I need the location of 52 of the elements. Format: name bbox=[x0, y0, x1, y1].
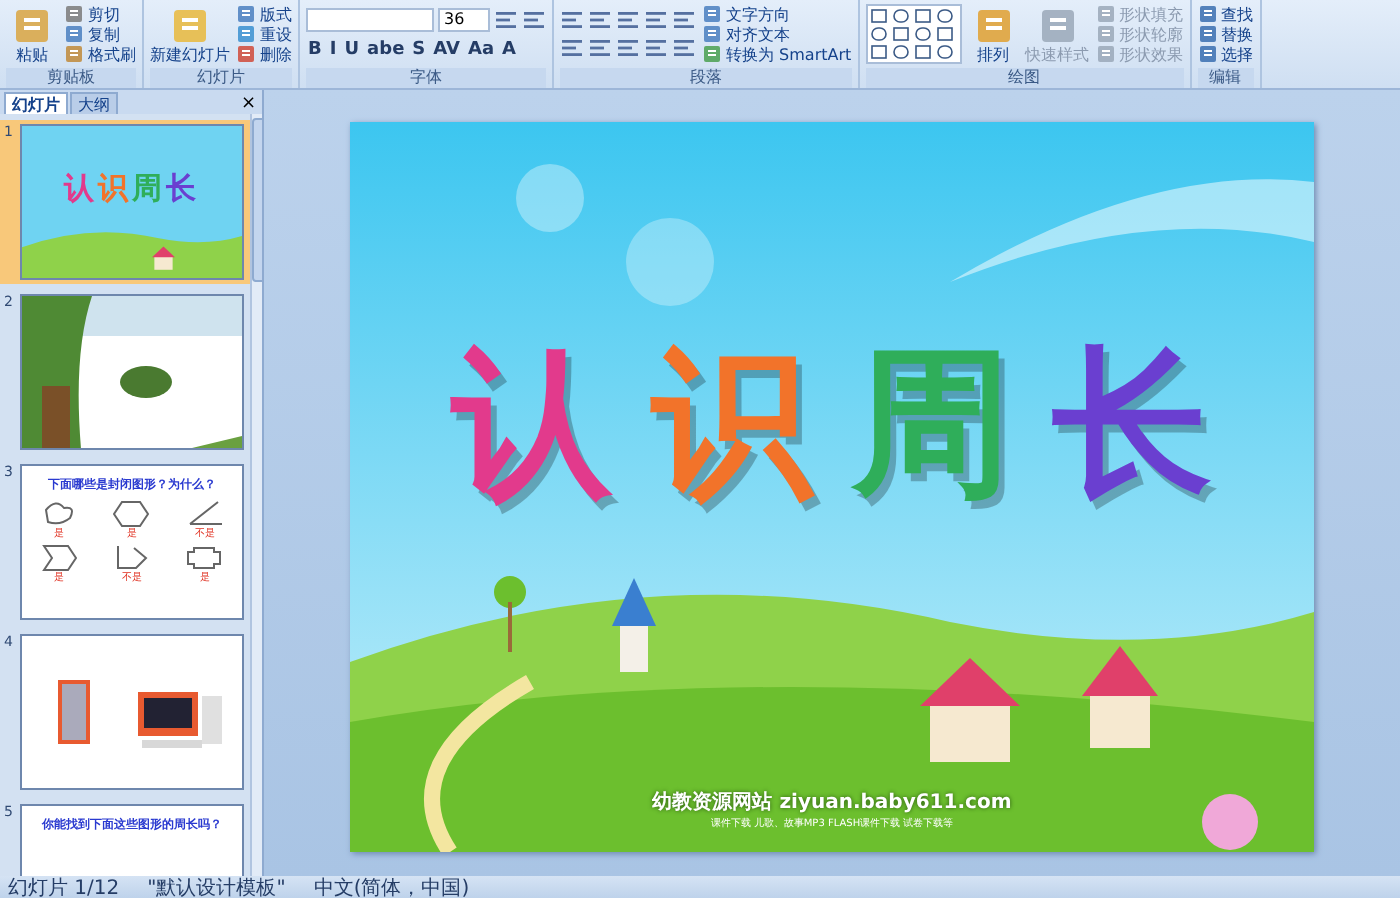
status-text: "默认设计模板" bbox=[147, 877, 286, 898]
group-label: 绘图 bbox=[865, 68, 1184, 88]
group-label: 段落 bbox=[560, 68, 852, 88]
ribbon-button[interactable]: 重设 bbox=[236, 24, 292, 44]
title-character: 识 bbox=[652, 328, 812, 520]
align-left-icon[interactable] bbox=[560, 38, 584, 58]
group-label: 编辑 bbox=[1197, 68, 1254, 88]
font-name-field[interactable] bbox=[306, 8, 434, 32]
format-button[interactable]: A bbox=[500, 38, 518, 60]
ribbon-button[interactable]: 格式刷 bbox=[64, 44, 136, 64]
status-text: 幻灯片 1/12 bbox=[8, 877, 120, 898]
format-button[interactable]: I bbox=[327, 38, 339, 60]
shape-drawing bbox=[112, 498, 151, 528]
ribbon-button[interactable]: 剪切 bbox=[64, 4, 136, 24]
ribbon-button[interactable]: 粘贴 bbox=[6, 5, 58, 63]
website-text: 幼教资源网站 ziyuan.baby611.com bbox=[650, 789, 1014, 816]
group-label: 幻灯片 bbox=[150, 68, 292, 88]
ribbon-button[interactable]: 文字方向 bbox=[702, 4, 852, 24]
format-button[interactable]: U bbox=[342, 38, 362, 60]
thumbnail-title: 认识周长 bbox=[61, 170, 202, 208]
group-label: 剪贴板 bbox=[6, 68, 136, 88]
shapes-gallery-drawing[interactable] bbox=[865, 4, 962, 64]
font-size-field[interactable]: 36 bbox=[438, 8, 490, 32]
shape-drawing bbox=[112, 542, 151, 572]
shape-drawing bbox=[186, 542, 225, 572]
ribbon-button[interactable]: 替换 bbox=[1197, 24, 1254, 44]
title-character: 周 bbox=[852, 328, 1012, 520]
format-button[interactable]: B bbox=[306, 38, 324, 60]
panel-tab[interactable]: 大纲 bbox=[70, 92, 118, 114]
scrollbar[interactable] bbox=[250, 114, 262, 876]
title-character: 长 bbox=[1052, 328, 1212, 520]
ribbon-button[interactable]: 转换为 SmartArt bbox=[702, 44, 852, 64]
group-label: 字体 bbox=[306, 68, 546, 88]
format-button[interactable]: AV bbox=[431, 38, 462, 60]
ribbon-button[interactable]: 选择 bbox=[1197, 44, 1254, 64]
panel-tab[interactable]: 幻灯片 bbox=[4, 92, 68, 114]
format-button[interactable]: abe bbox=[365, 38, 407, 60]
close-button[interactable]: × bbox=[234, 92, 262, 114]
status-text: 中文(简体，中国) bbox=[313, 877, 470, 898]
shape-drawing bbox=[39, 498, 78, 528]
ribbon-button[interactable]: 对齐文本 bbox=[702, 24, 852, 44]
title-character: 认 bbox=[452, 328, 612, 520]
shape-drawing bbox=[39, 542, 78, 572]
shape-drawing bbox=[186, 498, 225, 528]
ribbon-button[interactable]: 新建幻灯片 bbox=[150, 5, 230, 63]
ribbon-button[interactable]: 查找 bbox=[1197, 4, 1254, 24]
ribbon-button[interactable]: 删除 bbox=[236, 44, 292, 64]
ribbon-button[interactable]: 版式 bbox=[236, 4, 292, 24]
ribbon-button[interactable]: 复制 bbox=[64, 24, 136, 44]
format-button[interactable]: Aa bbox=[465, 38, 497, 60]
format-button[interactable]: S bbox=[410, 38, 428, 60]
ribbon-button[interactable]: 排列 bbox=[967, 5, 1020, 63]
